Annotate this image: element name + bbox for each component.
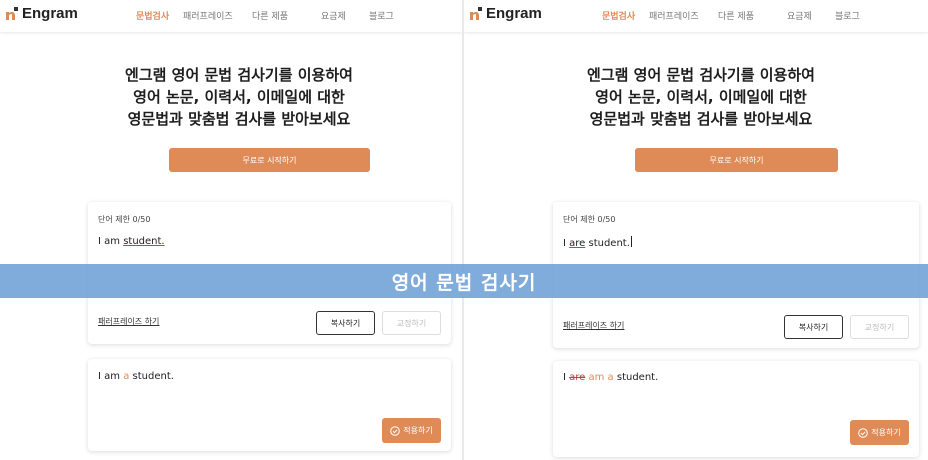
apply-label: 적용하기 (871, 428, 901, 437)
nav-pricing[interactable]: 요금제 (321, 9, 346, 22)
result-card: I am a student. 적용하기 (88, 359, 451, 451)
nav-grammar-check[interactable]: 문법검사 (602, 9, 635, 22)
title-banner: 영어 문법 검사기 (0, 264, 928, 298)
correct-button[interactable]: 교정하기 (850, 315, 909, 339)
error-highlight[interactable]: are (569, 238, 585, 249)
nav-pricing[interactable]: 요금제 (787, 9, 812, 22)
word-limit-counter: 단어 제한 0/50 (563, 215, 616, 224)
result-text-before: I am (98, 371, 124, 382)
paraphrase-link[interactable]: 패러프레이즈 하기 (98, 316, 159, 327)
copy-button[interactable]: 복사하기 (784, 315, 843, 339)
engram-mark-icon (470, 7, 482, 20)
hero-line-1: 엔그램 영어 문법 검사기를 이용하여 (125, 66, 353, 84)
deleted-text: are (569, 372, 586, 383)
result-card: I are am a student. 적용하기 (553, 361, 919, 457)
paraphrase-link[interactable]: 패러프레이즈 하기 (563, 320, 624, 331)
nav-blog[interactable]: 블로그 (369, 9, 394, 22)
left-screenshot-panel: Engram 문법검사 패러프레이즈 다른 제품 요금제 블로그 엔그램 영어 … (0, 0, 462, 460)
input-text-prefix: I am (98, 236, 124, 247)
error-highlight[interactable]: student. (123, 236, 164, 247)
hero-line-2: 영어 논문, 이력서, 이메일에 대한 (133, 88, 345, 106)
top-navigation: Engram 문법검사 패러프레이즈 다른 제품 요금제 블로그 (464, 0, 928, 32)
copy-button[interactable]: 복사하기 (316, 311, 375, 335)
nav-other-products[interactable]: 다른 제품 (252, 9, 288, 22)
apply-button[interactable]: 적용하기 (382, 418, 441, 443)
apply-button[interactable]: 적용하기 (850, 420, 909, 445)
apply-label: 적용하기 (403, 426, 433, 435)
check-circle-icon (390, 425, 401, 436)
right-screenshot-panel: Engram 문법검사 패러프레이즈 다른 제품 요금제 블로그 엔그램 영어 … (464, 0, 928, 460)
logo-text: Engram (22, 5, 78, 22)
result-text-after: student. (129, 371, 174, 382)
nav-paraphrase[interactable]: 패러프레이즈 (649, 9, 699, 22)
inserted-text: am a (588, 372, 614, 383)
corrected-text: I are am a student. (563, 372, 658, 383)
word-limit-counter: 단어 제한 0/50 (98, 215, 151, 224)
logo[interactable]: Engram (6, 5, 78, 22)
text-input-area[interactable]: I are student. (563, 236, 632, 249)
banner-title: 영어 문법 검사기 (391, 271, 537, 294)
nav-blog[interactable]: 블로그 (835, 9, 860, 22)
check-circle-icon (858, 427, 869, 438)
top-navigation: Engram 문법검사 패러프레이즈 다른 제품 요금제 블로그 (0, 0, 462, 32)
hero-line-3: 영문법과 맞춤법 검사를 받아보세요 (589, 110, 813, 128)
hero-line-1: 엔그램 영어 문법 검사기를 이용하여 (587, 66, 815, 84)
logo-text: Engram (486, 5, 542, 22)
result-text-after: student. (613, 372, 659, 383)
logo[interactable]: Engram (470, 5, 542, 22)
text-input-area[interactable]: I am student. (98, 236, 165, 247)
hero-line-2: 영어 논문, 이력서, 이메일에 대한 (595, 88, 807, 106)
hero-line-3: 영문법과 맞춤법 검사를 받아보세요 (127, 110, 351, 128)
start-free-button[interactable]: 무료로 시작하기 (635, 148, 838, 172)
nav-other-products[interactable]: 다른 제품 (718, 9, 754, 22)
start-free-button[interactable]: 무료로 시작하기 (169, 148, 370, 172)
correct-button[interactable]: 교정하기 (382, 311, 441, 335)
engram-mark-icon (6, 7, 18, 20)
corrected-text: I am a student. (98, 371, 174, 382)
hero-heading: 엔그램 영어 문법 검사기를 이용하여 영어 논문, 이력서, 이메일에 대한 … (39, 64, 439, 130)
hero-heading: 엔그램 영어 문법 검사기를 이용하여 영어 논문, 이력서, 이메일에 대한 … (501, 64, 901, 130)
nav-grammar-check[interactable]: 문법검사 (136, 9, 169, 22)
input-text-suffix: student. (585, 238, 630, 249)
nav-paraphrase[interactable]: 패러프레이즈 (183, 9, 233, 22)
text-cursor (630, 236, 632, 247)
